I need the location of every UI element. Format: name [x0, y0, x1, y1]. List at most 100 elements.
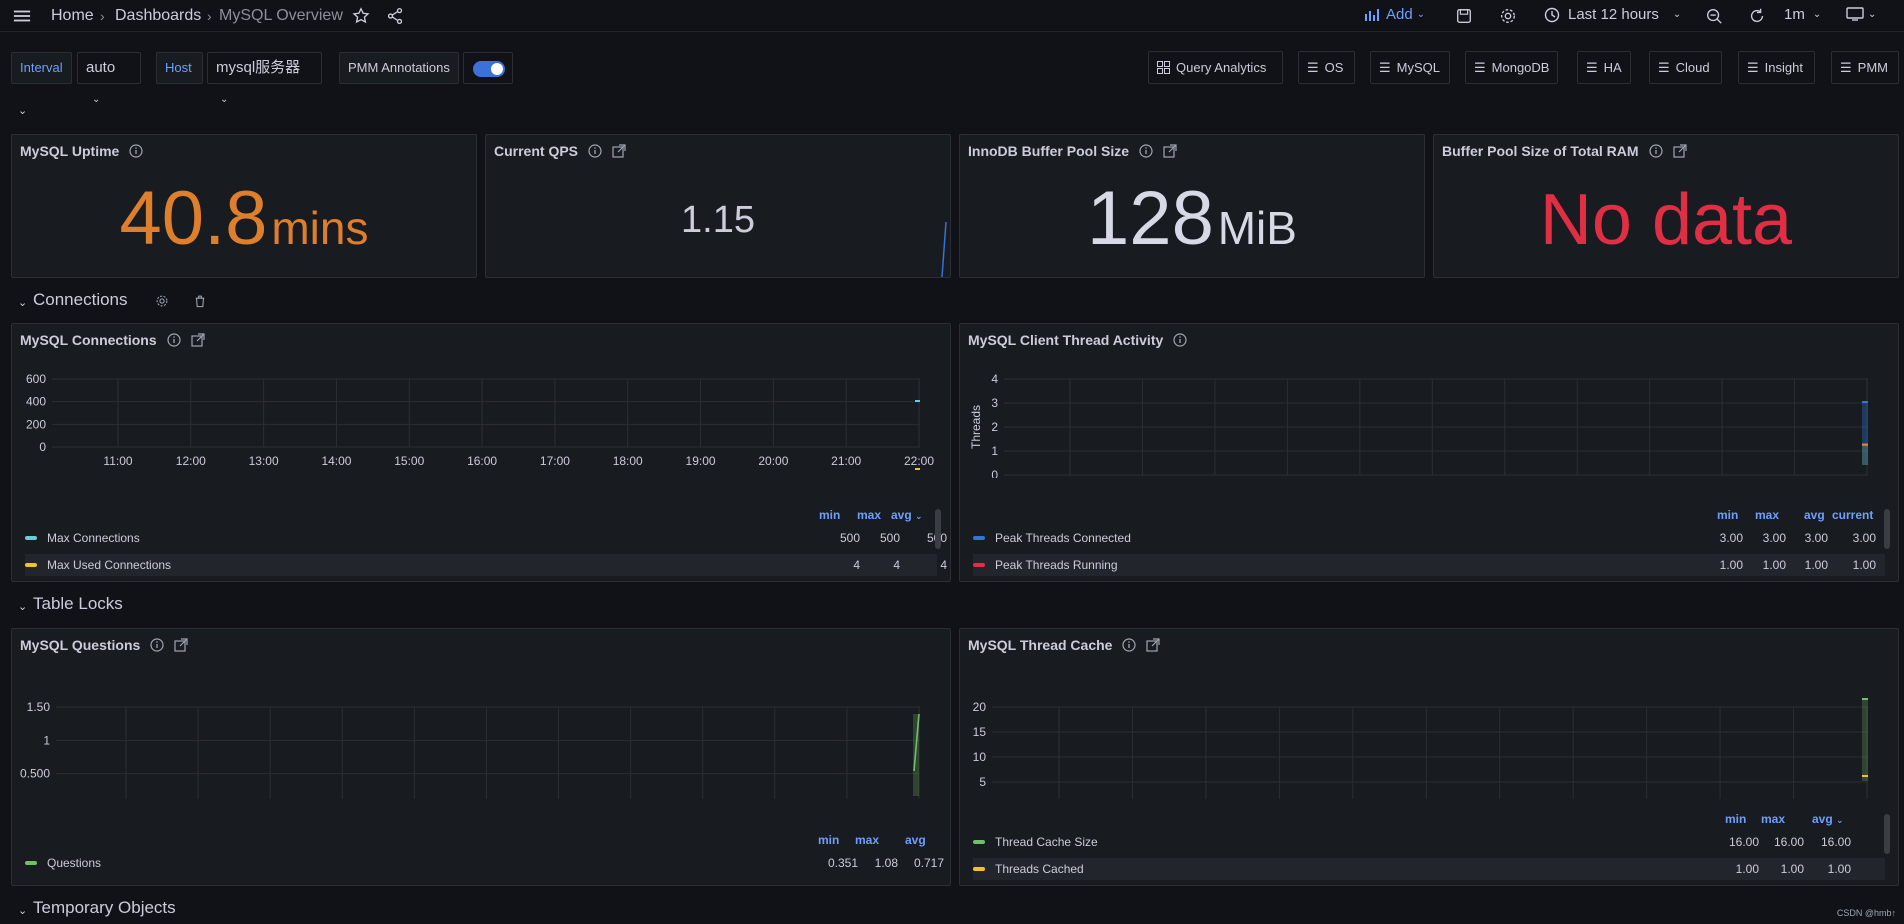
view-mode-button[interactable]: ⌄ — [1846, 6, 1876, 22]
legend-swatch — [25, 563, 37, 567]
legend-scrollbar[interactable] — [1884, 814, 1890, 854]
legend-scrollbar[interactable] — [1884, 509, 1890, 549]
info-icon[interactable] — [1648, 144, 1663, 158]
external-link-icon[interactable] — [1163, 144, 1177, 158]
link-label: MongoDB — [1491, 60, 1550, 75]
zoom-out-icon[interactable] — [1703, 5, 1725, 27]
star-icon[interactable] — [350, 5, 372, 27]
legend-avg: 1.00 — [1827, 862, 1851, 876]
legend-header-max[interactable]: max — [855, 833, 879, 847]
external-link-icon[interactable] — [612, 144, 626, 158]
row-chevron-icon[interactable]: ⌄ — [18, 904, 27, 917]
row-title-table-locks[interactable]: Table Locks — [33, 594, 123, 614]
collapse-row-chevron-icon[interactable]: ⌄ — [18, 104, 27, 117]
refresh-icon[interactable] — [1746, 5, 1768, 27]
external-link-icon[interactable] — [174, 638, 188, 652]
legend-header-avg[interactable]: avg — [905, 833, 926, 847]
y-tick-label: 0 — [991, 468, 998, 478]
info-icon[interactable] — [129, 144, 143, 158]
legend-header-current[interactable]: current — [1832, 508, 1873, 522]
breadcrumb-home[interactable]: Home — [51, 6, 94, 26]
info-icon[interactable] — [1173, 333, 1187, 347]
chevron-down-icon: ⌄ — [1868, 8, 1877, 20]
legend-header-min[interactable]: min — [1717, 508, 1738, 522]
panel-title-text: MySQL Client Thread Activity — [968, 332, 1164, 348]
external-link-icon[interactable] — [191, 333, 205, 347]
stat-value: 128 MiB — [960, 175, 1424, 262]
legend-header-avg[interactable]: avg ⌄ — [891, 508, 923, 522]
row-title-temporary-objects[interactable]: Temporary Objects — [33, 898, 176, 918]
link-pmm[interactable]: ☰ PMM — [1831, 51, 1899, 84]
add-panel-button[interactable]: Add ⌄ — [1364, 6, 1425, 23]
legend-header-max[interactable]: max — [1761, 812, 1785, 826]
share-icon[interactable] — [384, 5, 406, 27]
chevron-down-icon: ⌄ — [1416, 9, 1426, 20]
panel-mysql-uptime: MySQL Uptime 40.8 mins — [11, 134, 477, 278]
pmm-annotations-toggle-wrap — [463, 52, 513, 84]
info-icon[interactable] — [588, 144, 602, 158]
chevron-down-icon: ⌄ — [1672, 9, 1682, 20]
row-title-connections[interactable]: Connections — [33, 290, 128, 310]
link-ha[interactable]: ☰ HA — [1577, 51, 1631, 84]
legend-header-avg[interactable]: avg — [1804, 508, 1825, 522]
gear-icon[interactable] — [1497, 5, 1519, 27]
chevron-down-icon: ⌄ — [220, 94, 229, 105]
legend-header-max[interactable]: max — [1755, 508, 1779, 522]
breadcrumb-dashboards[interactable]: Dashboards — [115, 6, 201, 26]
link-os[interactable]: ☰ OS — [1298, 51, 1355, 84]
save-icon[interactable] — [1453, 5, 1475, 27]
legend-avg: 4 — [940, 558, 947, 572]
x-tick-label: 16:00 — [467, 454, 497, 468]
y-axis-label: Threads — [969, 405, 983, 449]
y-tick-label: 600 — [26, 372, 46, 386]
info-icon[interactable] — [167, 333, 181, 347]
legend-header-max[interactable]: max — [857, 508, 881, 522]
panel-title-text: MySQL Thread Cache — [968, 637, 1113, 653]
legend-header-avg[interactable]: avg ⌄ — [1812, 812, 1844, 826]
chevron-down-icon: ⌄ — [915, 511, 923, 521]
menu-icon[interactable] — [11, 5, 33, 27]
info-icon[interactable] — [1139, 144, 1153, 158]
top-navbar: Home › Dashboards › MySQL Overview Add ⌄… — [0, 0, 1904, 32]
chevron-down-icon: ⌄ — [1812, 9, 1822, 20]
legend-swatch — [973, 563, 985, 567]
bars-icon: ☰ — [1586, 60, 1598, 75]
external-link-icon[interactable] — [1672, 144, 1687, 158]
panel-mysql-questions: MySQL Questions 1.5010.500011:0012:0013:… — [11, 628, 951, 886]
panel-title: MySQL Uptime — [20, 142, 143, 160]
row-chevron-icon[interactable]: ⌄ — [18, 296, 27, 309]
external-link-icon[interactable] — [1146, 638, 1161, 652]
time-range-picker[interactable]: Last 12 hours ⌄ — [1544, 6, 1681, 23]
legend-header-min[interactable]: min — [818, 833, 839, 847]
bars-icon: ☰ — [1840, 60, 1852, 75]
stat-value: 40.8 mins — [12, 175, 476, 262]
link-cloud[interactable]: ☰ Cloud — [1649, 51, 1722, 84]
time-range-label: Last 12 hours — [1568, 6, 1659, 23]
legend-header-min[interactable]: min — [1725, 812, 1746, 826]
link-mysql[interactable]: ☰ MySQL — [1370, 51, 1450, 84]
interval-select[interactable]: auto ⌄ — [77, 52, 141, 105]
link-query-analytics[interactable]: Query Analytics — [1148, 51, 1283, 84]
legend-series-name: Thread Cache Size — [995, 835, 1098, 849]
link-label: HA — [1603, 60, 1622, 75]
info-icon[interactable] — [1122, 638, 1137, 652]
panel-title-text: MySQL Uptime — [20, 143, 120, 159]
row-delete-trash-icon[interactable] — [189, 290, 211, 312]
link-label: Insight — [1764, 60, 1803, 75]
link-insight[interactable]: ☰ Insight — [1738, 51, 1815, 84]
row-settings-gear-icon[interactable] — [151, 290, 173, 312]
refresh-interval-picker[interactable]: 1m ⌄ — [1784, 6, 1821, 23]
link-mongodb[interactable]: ☰ MongoDB — [1465, 51, 1558, 84]
pmm-annotations-toggle[interactable] — [473, 61, 505, 77]
refresh-interval-label: 1m — [1784, 6, 1805, 23]
legend-current: 3.00 — [1852, 531, 1876, 545]
legend-header-min[interactable]: min — [819, 508, 840, 522]
host-select[interactable]: mysql服务器 ⌄ — [207, 52, 322, 105]
info-icon[interactable] — [150, 638, 164, 652]
panel-title: InnoDB Buffer Pool Size — [968, 142, 1177, 160]
x-tick-label: 18:00 — [613, 454, 643, 468]
y-tick-label: 15 — [973, 725, 987, 739]
row-chevron-icon[interactable]: ⌄ — [18, 600, 27, 613]
chevron-down-icon: ⌄ — [92, 94, 101, 105]
legend-scrollbar[interactable] — [935, 509, 941, 549]
